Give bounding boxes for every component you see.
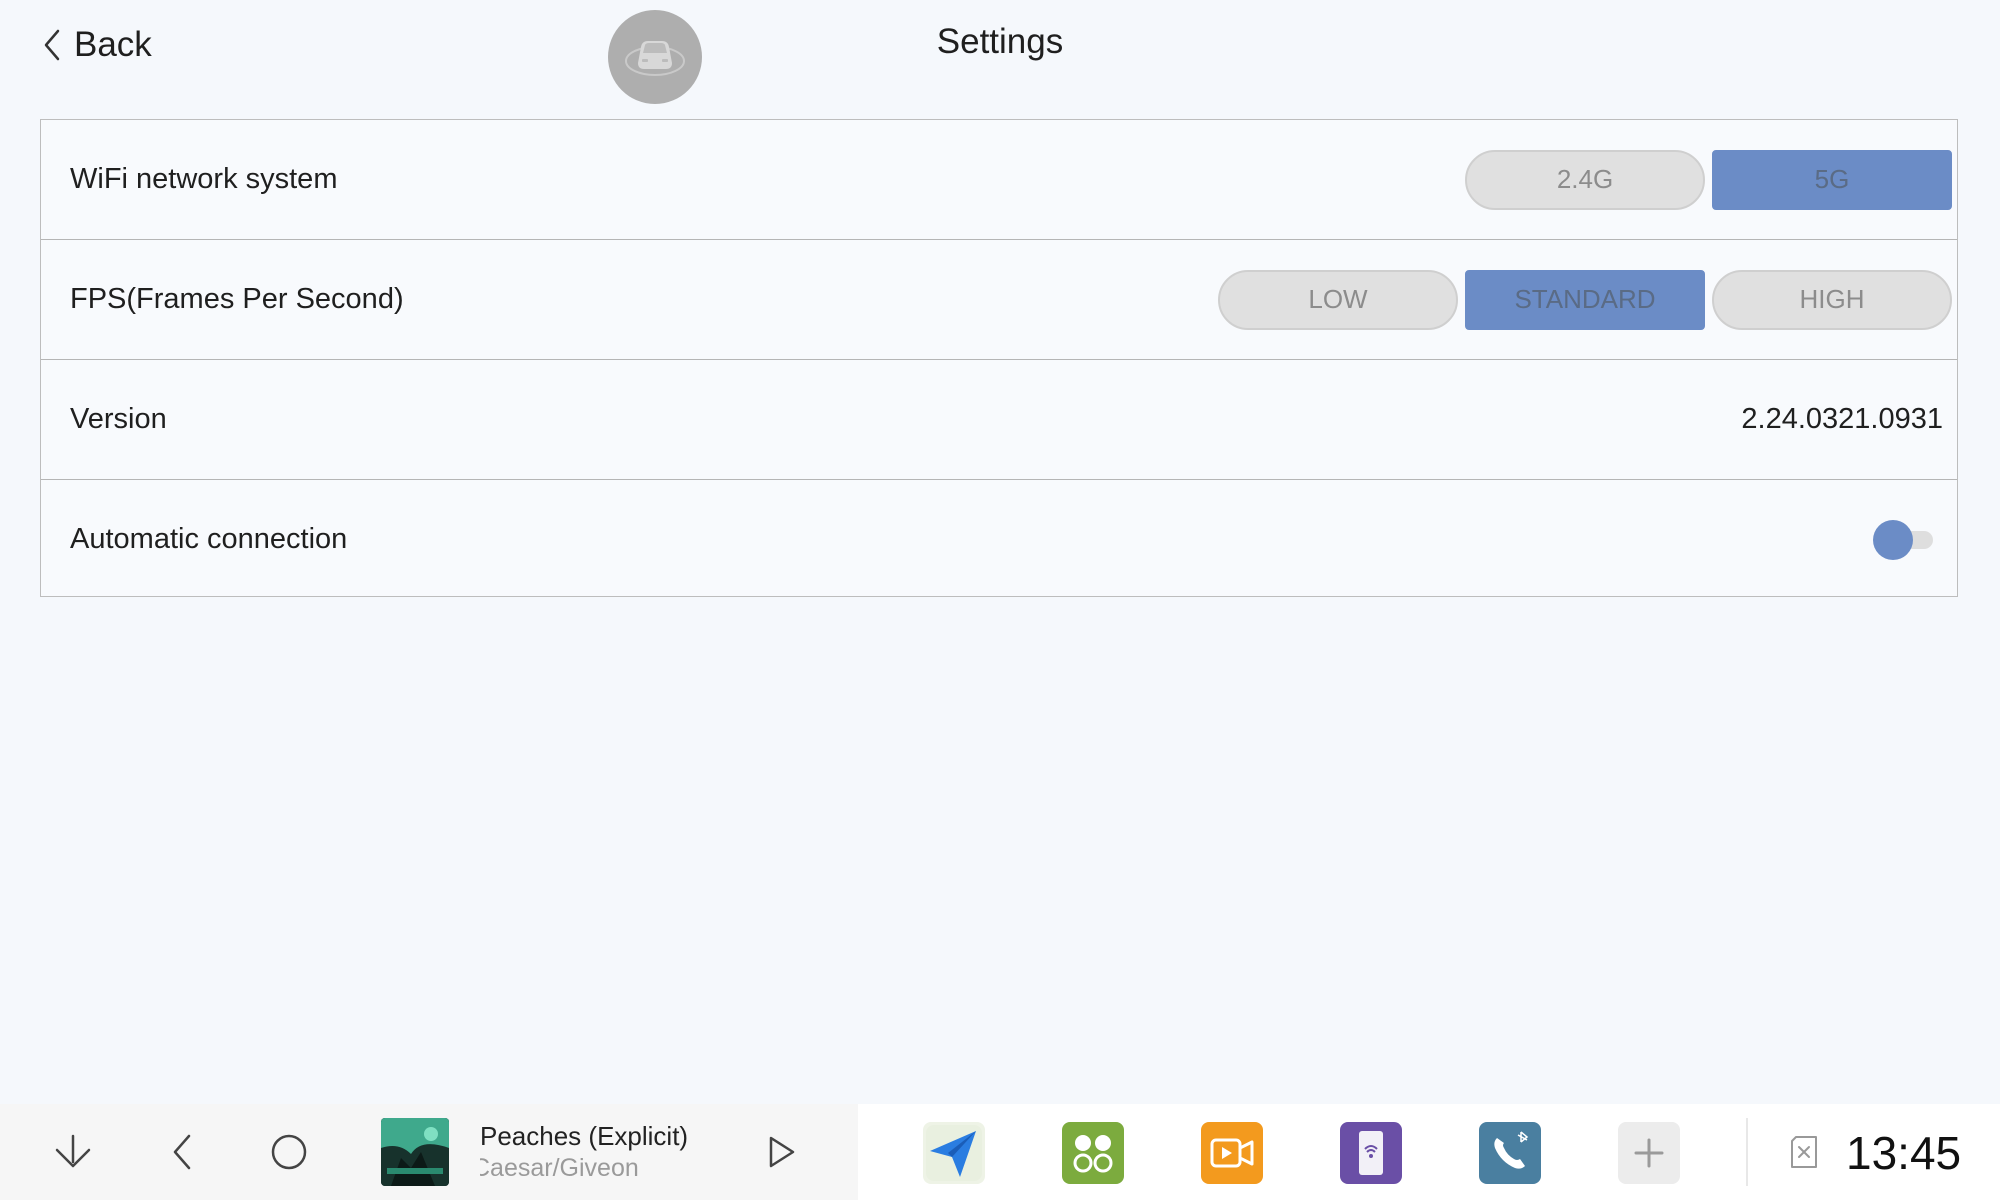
auto-connect-label: Automatic connection <box>70 522 348 555</box>
fps-selector: LOW STANDARD HIGH <box>1218 269 1952 330</box>
fps-high-option[interactable]: HIGH <box>1712 269 1952 330</box>
track-title: Peaches (Explicit) <box>480 1121 689 1151</box>
wifi-network-label: WiFi network system <box>70 163 338 195</box>
fps-low-option[interactable]: LOW <box>1218 269 1458 330</box>
settings-panel: WiFi network system 2.4G 5G FPS(Frames P… <box>40 119 1958 597</box>
version-value: 2.24.0321.0931 <box>1741 403 1943 435</box>
nav-back-icon[interactable] <box>154 1124 210 1180</box>
play-icon[interactable] <box>753 1124 809 1180</box>
track-artist: Caesar/Giveon <box>480 1154 639 1182</box>
dock-divider <box>1746 1118 1748 1186</box>
bluetooth-phone-icon[interactable] <box>1479 1122 1541 1184</box>
navigation-app-icon[interactable] <box>923 1122 985 1184</box>
album-art[interactable] <box>381 1118 449 1186</box>
close-app-icon[interactable] <box>1776 1124 1832 1180</box>
fps-label: FPS(Frames Per Second) <box>70 283 404 315</box>
version-label: Version <box>70 403 167 435</box>
wifi-band-selector: 2.4G 5G <box>1465 149 1952 210</box>
fps-row: FPS(Frames Per Second) LOW STANDARD HIGH <box>41 240 1957 360</box>
home-icon[interactable] <box>261 1124 317 1180</box>
auto-connect-toggle[interactable] <box>1873 519 1933 560</box>
phone-wifi-app-icon[interactable] <box>1340 1122 1402 1184</box>
auto-connect-row: Automatic connection <box>41 480 1957 598</box>
add-app-icon[interactable] <box>1618 1122 1680 1184</box>
settings-screen: Back Settings WiFi network system 2.4G 5… <box>0 0 2000 1200</box>
wifi-2-4g-option[interactable]: 2.4G <box>1465 149 1705 210</box>
collapse-down-icon[interactable] <box>45 1124 101 1180</box>
apps-grid-icon[interactable] <box>1062 1122 1124 1184</box>
bottom-dock: Peaches (Explicit) Caesar/Giveon 13:45 <box>0 1104 2000 1200</box>
clock: 13:45 <box>1846 1127 1962 1179</box>
fps-standard-option[interactable]: STANDARD <box>1465 269 1705 330</box>
wifi-5g-option[interactable]: 5G <box>1712 149 1952 210</box>
wifi-network-row: WiFi network system 2.4G 5G <box>41 120 1957 240</box>
page-title: Settings <box>936 22 1064 61</box>
video-app-icon[interactable] <box>1201 1122 1263 1184</box>
toggle-knob <box>1873 520 1913 560</box>
version-row: Version 2.24.0321.0931 <box>41 360 1957 480</box>
